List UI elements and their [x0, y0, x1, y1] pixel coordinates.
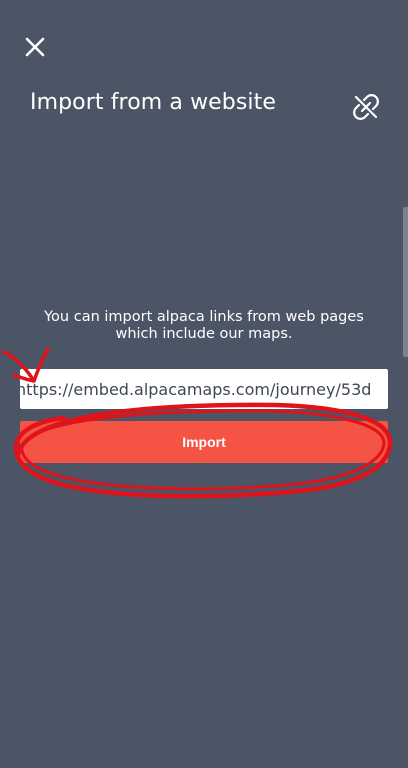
import-description: You can import alpaca links from web pag… — [44, 309, 364, 342]
close-icon — [25, 37, 45, 57]
link-broken-icon — [353, 94, 379, 120]
page-title: Import from a website — [30, 90, 277, 115]
close-button[interactable] — [22, 34, 48, 60]
scrollbar[interactable] — [403, 207, 408, 357]
import-button-label: Import — [182, 434, 226, 450]
import-button[interactable]: Import — [20, 421, 388, 463]
link-button[interactable] — [352, 93, 380, 121]
url-input[interactable]: https://embed.alpacamaps.com/journey/53d — [20, 369, 388, 409]
url-input-value: https://embed.alpacamaps.com/journey/53d — [20, 379, 372, 399]
